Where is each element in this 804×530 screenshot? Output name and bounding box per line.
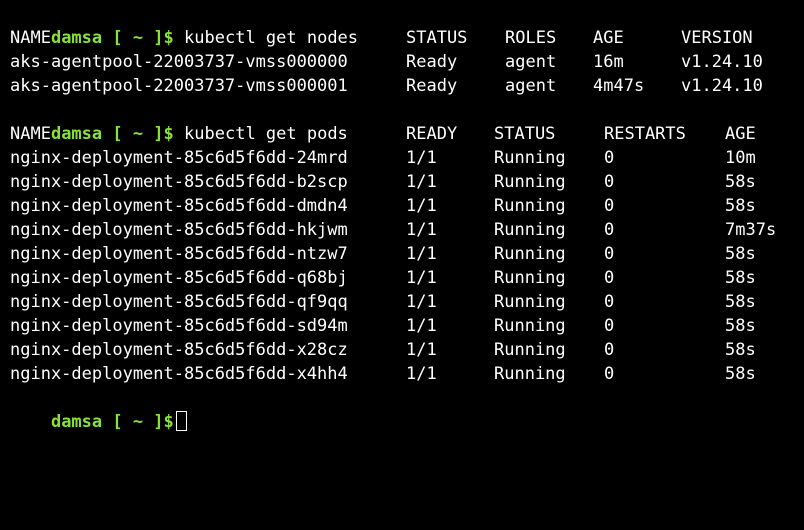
pod-ready: 1/1 [406, 340, 437, 360]
pod-age: 58s [725, 292, 756, 312]
pod-ready: 1/1 [406, 220, 437, 240]
pod-ready: 1/1 [406, 244, 437, 264]
shell-prompt: damsa [ ~ ]$ [50, 412, 174, 432]
pod-ready: 1/1 [406, 316, 437, 336]
pod-status: Running [494, 364, 566, 384]
node-status: Ready [406, 76, 458, 96]
pod-status: Running [494, 244, 566, 264]
pod-restarts: 0 [604, 364, 615, 384]
pod-age: 58s [725, 316, 756, 336]
table-row: nginx-deployment-85c6d5f6dd-x28cz 1/1 Ru… [10, 338, 804, 362]
column-header-age: AGE [725, 124, 756, 144]
pod-ready: 1/1 [406, 196, 437, 216]
table-row: nginx-deployment-85c6d5f6dd-sd94m 1/1 Ru… [10, 314, 804, 338]
pod-name: nginx-deployment-85c6d5f6dd-b2scp [10, 172, 348, 192]
pod-status: Running [494, 340, 566, 360]
pod-name: nginx-deployment-85c6d5f6dd-x28cz [10, 340, 348, 360]
pods-table-header: NAME READY STATUS RESTARTS AGE [10, 122, 804, 146]
column-header-roles: ROLES [505, 28, 557, 48]
table-row: nginx-deployment-85c6d5f6dd-ntzw7 1/1 Ru… [10, 242, 804, 266]
pod-status: Running [494, 316, 566, 336]
pod-name: nginx-deployment-85c6d5f6dd-hkjwm [10, 220, 348, 240]
table-row: nginx-deployment-85c6d5f6dd-24mrd 1/1 Ru… [10, 146, 804, 170]
table-row: nginx-deployment-85c6d5f6dd-x4hh4 1/1 Ru… [10, 362, 804, 386]
node-roles: agent [505, 52, 557, 72]
pod-restarts: 0 [604, 316, 615, 336]
command-line-get-pods: damsa [ ~ ]$ kubectl get pods [10, 98, 804, 144]
pod-name: nginx-deployment-85c6d5f6dd-x4hh4 [10, 364, 348, 384]
node-name: aks-agentpool-22003737-vmss000000 [10, 52, 348, 72]
node-age: 16m [593, 52, 624, 72]
pod-name: nginx-deployment-85c6d5f6dd-24mrd [10, 148, 348, 168]
pod-ready: 1/1 [406, 148, 437, 168]
column-header-name: NAME [10, 124, 51, 144]
pod-status: Running [494, 292, 566, 312]
column-header-age: AGE [593, 28, 624, 48]
column-header-version: VERSION [681, 28, 753, 48]
pod-restarts: 0 [604, 244, 615, 264]
command-line-get-nodes: damsa [ ~ ]$ kubectl get nodes [10, 2, 804, 48]
column-header-ready: READY [406, 124, 458, 144]
pod-status: Running [494, 196, 566, 216]
column-header-restarts: RESTARTS [604, 124, 686, 144]
table-row: nginx-deployment-85c6d5f6dd-dmdn4 1/1 Ru… [10, 194, 804, 218]
pod-status: Running [494, 172, 566, 192]
node-version: v1.24.10 [681, 52, 763, 72]
node-status: Ready [406, 52, 458, 72]
pod-restarts: 0 [604, 220, 615, 240]
pod-restarts: 0 [604, 196, 615, 216]
table-row: aks-agentpool-22003737-vmss000000 Ready … [10, 50, 804, 74]
pod-age: 58s [725, 364, 756, 384]
active-prompt-line[interactable]: damsa [ ~ ]$ [10, 386, 804, 432]
table-row: nginx-deployment-85c6d5f6dd-hkjwm 1/1 Ru… [10, 218, 804, 242]
pod-restarts: 0 [604, 292, 615, 312]
pod-restarts: 0 [604, 268, 615, 288]
terminal-window[interactable]: damsa [ ~ ]$ kubectl get nodes NAME STAT… [0, 0, 804, 436]
nodes-table-header: NAME STATUS ROLES AGE VERSION [10, 26, 804, 50]
pod-restarts: 0 [604, 148, 615, 168]
table-row: nginx-deployment-85c6d5f6dd-q68bj 1/1 Ru… [10, 266, 804, 290]
pod-ready: 1/1 [406, 292, 437, 312]
pod-status: Running [494, 220, 566, 240]
node-name: aks-agentpool-22003737-vmss000001 [10, 76, 348, 96]
pod-status: Running [494, 268, 566, 288]
table-row: aks-agentpool-22003737-vmss000001 Ready … [10, 74, 804, 98]
pod-ready: 1/1 [406, 364, 437, 384]
pod-age: 58s [725, 268, 756, 288]
pod-name: nginx-deployment-85c6d5f6dd-ntzw7 [10, 244, 348, 264]
pod-restarts: 0 [604, 172, 615, 192]
table-row: nginx-deployment-85c6d5f6dd-qf9qq 1/1 Ru… [10, 290, 804, 314]
pod-ready: 1/1 [406, 268, 437, 288]
pod-age: 58s [725, 172, 756, 192]
pod-age: 10m [725, 148, 756, 168]
table-row: nginx-deployment-85c6d5f6dd-b2scp 1/1 Ru… [10, 170, 804, 194]
pod-age: 58s [725, 244, 756, 264]
pod-ready: 1/1 [406, 172, 437, 192]
column-header-status: STATUS [494, 124, 556, 144]
pod-name: nginx-deployment-85c6d5f6dd-dmdn4 [10, 196, 348, 216]
pod-name: nginx-deployment-85c6d5f6dd-q68bj [10, 268, 348, 288]
pod-name: nginx-deployment-85c6d5f6dd-qf9qq [10, 292, 348, 312]
column-header-name: NAME [10, 28, 51, 48]
pod-restarts: 0 [604, 340, 615, 360]
pod-age: 58s [725, 196, 756, 216]
node-age: 4m47s [593, 76, 645, 96]
pod-name: nginx-deployment-85c6d5f6dd-sd94m [10, 316, 348, 336]
pod-age: 58s [725, 340, 756, 360]
node-roles: agent [505, 76, 557, 96]
column-header-status: STATUS [406, 28, 468, 48]
pod-age: 7m37s [725, 220, 777, 240]
node-version: v1.24.10 [681, 76, 763, 96]
pod-status: Running [494, 148, 566, 168]
text-cursor[interactable] [175, 411, 187, 431]
